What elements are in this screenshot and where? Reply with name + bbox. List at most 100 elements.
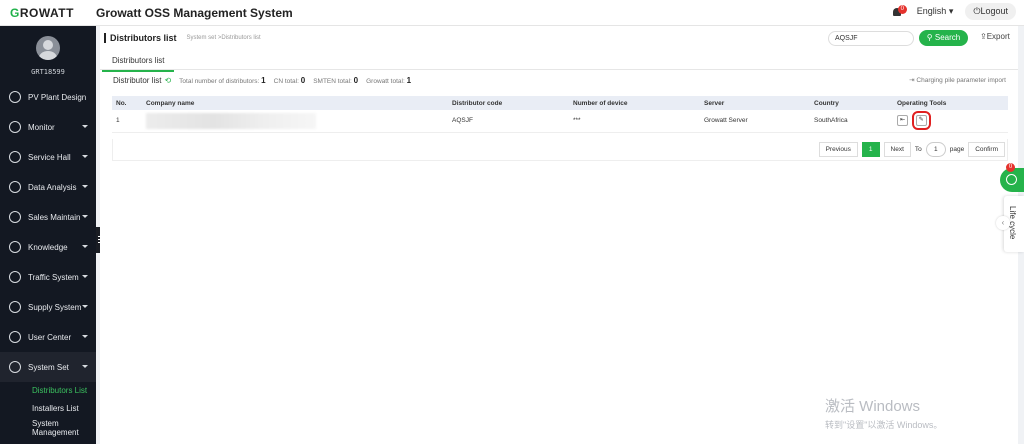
sidebar-item-label: System Set <box>28 362 69 372</box>
network-icon <box>9 211 21 223</box>
username: GRT18599 <box>31 68 65 76</box>
chevron-down-icon <box>82 155 88 158</box>
user-icon <box>9 331 21 343</box>
cell-country: SouthAfrica <box>814 117 848 125</box>
to-label: To <box>914 146 922 153</box>
chevron-down-icon <box>82 275 88 278</box>
col-company-name: Company name <box>146 99 195 107</box>
sidebar-item-system-set[interactable]: System Set <box>0 352 96 382</box>
bell-icon[interactable]: 0 <box>891 4 907 19</box>
col-country: Country <box>814 99 839 107</box>
windows-activation-watermark: 激活 Windows 转到"设置"以激活 Windows。 <box>825 395 942 431</box>
confirm-button[interactable]: Confirm <box>968 142 1005 157</box>
system-title: Growatt OSS Management System <box>96 5 293 20</box>
sidebar-item-data-analysis[interactable]: Data Analysis <box>0 172 96 202</box>
graduation-cap-icon <box>9 241 21 253</box>
distributors-table-wrap: No. Company name Distributor code Number… <box>112 96 1008 133</box>
submenu-installers-list[interactable]: Installers List <box>0 400 96 418</box>
chevron-down-icon <box>82 215 88 218</box>
language-select[interactable]: English ▾ <box>917 6 954 17</box>
col-operating-tools: Operating Tools <box>897 99 947 107</box>
pie-chart-icon <box>9 181 21 193</box>
next-page-button[interactable]: Next <box>883 142 911 157</box>
cell-server: Growatt Server <box>704 117 748 125</box>
charging-pile-import-link[interactable]: ⇥ Charging pile parameter import <box>909 76 1006 84</box>
sidebar-item-sales-maintain[interactable]: Sales Maintain <box>0 202 96 232</box>
login-tool-icon[interactable]: ⇤ <box>897 115 908 127</box>
search-icon: ⚲ <box>926 33 935 42</box>
monitor-icon <box>9 121 21 133</box>
sidebar-item-user-center[interactable]: User Center <box>0 322 96 352</box>
headset-icon <box>1006 174 1017 185</box>
sidebar-menu: PV Plant Design Monitor Service Hall Dat… <box>0 82 96 437</box>
watermark-line2: 转到"设置"以激活 Windows。 <box>825 420 943 430</box>
chevron-left-icon[interactable]: ‹ <box>996 216 1010 230</box>
sidebar-item-monitor[interactable]: Monitor <box>0 112 96 142</box>
page-label: page <box>949 146 965 153</box>
table-row[interactable]: 1 AQSJF *** Growatt Server SouthAfrica ⇤… <box>112 110 1008 132</box>
sidebar-item-label: Knowledge <box>28 242 68 252</box>
cell-distributor-code: AQSJF <box>452 117 473 125</box>
top-bar: GROWATT Growatt OSS Management System 0 … <box>0 0 1024 26</box>
page-title: Distributors list <box>104 33 177 43</box>
sidebar-item-label: Traffic System <box>28 272 79 282</box>
breadcrumb[interactable]: System set >Distributors list <box>187 35 261 41</box>
sidebar-item-label: Service Hall <box>28 152 71 162</box>
stat-growatt: Growatt total: 1 <box>366 75 412 85</box>
sidebar-item-knowledge[interactable]: Knowledge <box>0 232 96 262</box>
cell-company-name <box>142 110 448 132</box>
col-no: No. <box>116 99 127 107</box>
search-input[interactable] <box>828 31 914 46</box>
stat-smten: SMTEN total: 0 <box>313 75 359 85</box>
chevron-down-icon <box>82 335 88 338</box>
col-server: Server <box>704 99 725 107</box>
truck-icon <box>9 301 21 313</box>
page-number-current[interactable]: 1 <box>861 142 880 157</box>
cell-operating-tools: ⇤ ✎ <box>893 110 1008 132</box>
pv-plant-icon <box>9 91 21 103</box>
submenu-system-management[interactable]: System Management <box>0 418 96 437</box>
sidebar-item-supply-system[interactable]: Supply System <box>0 292 96 322</box>
sidebar-item-label: Monitor <box>28 122 55 132</box>
refresh-icon[interactable]: ⟲ <box>164 76 171 85</box>
main-content: Distributors list System set >Distributo… <box>100 26 1018 444</box>
traffic-icon <box>9 271 21 283</box>
sidebar-item-traffic-system[interactable]: Traffic System <box>0 262 96 292</box>
sidebar-item-label: Supply System <box>28 302 82 312</box>
search-button[interactable]: ⚲ Search <box>919 30 968 46</box>
distributors-table: No. Company name Distributor code Number… <box>112 96 1008 133</box>
sidebar-item-pv-plant-design[interactable]: PV Plant Design <box>0 82 96 112</box>
watermark-line1: 激活 Windows <box>825 398 921 415</box>
gear-icon <box>9 361 21 373</box>
edit-tool-icon[interactable]: ✎ <box>911 111 931 131</box>
system-set-submenu: Distributors List Installers List System… <box>0 382 96 437</box>
table-header-row: No. Company name Distributor code Number… <box>112 96 1008 110</box>
stat-cn: CN total: 0 <box>273 75 306 85</box>
sidebar-item-label: Sales Maintain <box>28 212 81 222</box>
col-number-of-device: Number of device <box>573 99 628 107</box>
chevron-down-icon <box>82 365 88 368</box>
sidebar-item-service-hall[interactable]: Service Hall <box>0 142 96 172</box>
diamond-icon <box>9 151 21 163</box>
chevron-down-icon <box>82 125 88 128</box>
submenu-distributors-list[interactable]: Distributors List <box>0 382 96 400</box>
tab-distributors-list[interactable]: Distributors list <box>102 52 175 72</box>
list-label: Distributor list <box>113 75 162 85</box>
previous-page-button[interactable]: Previous <box>818 142 858 157</box>
cell-number-of-device: *** <box>573 117 581 125</box>
stat-total: Total number of distributors: 1 <box>179 75 266 85</box>
sidebar-item-label: PV Plant Design <box>28 92 87 102</box>
chevron-down-icon <box>82 245 88 248</box>
cell-no: 1 <box>116 117 120 125</box>
sidebar: GRT18599 PV Plant Design Monitor Service… <box>0 26 96 444</box>
avatar[interactable] <box>36 36 60 60</box>
chevron-down-icon <box>82 185 88 188</box>
export-button[interactable]: ⇪Export <box>980 32 1010 41</box>
header-actions: 0 English ▾ ⏻Logout <box>891 3 1016 20</box>
logout-button[interactable]: ⏻Logout <box>965 3 1016 20</box>
tab-bar: Distributors list <box>100 50 1018 72</box>
chevron-down-icon <box>82 305 88 308</box>
sidebar-item-label: Data Analysis <box>28 182 77 192</box>
page-jump-input[interactable]: 1 <box>925 142 946 157</box>
growatt-logo[interactable]: GROWATT <box>0 6 84 20</box>
